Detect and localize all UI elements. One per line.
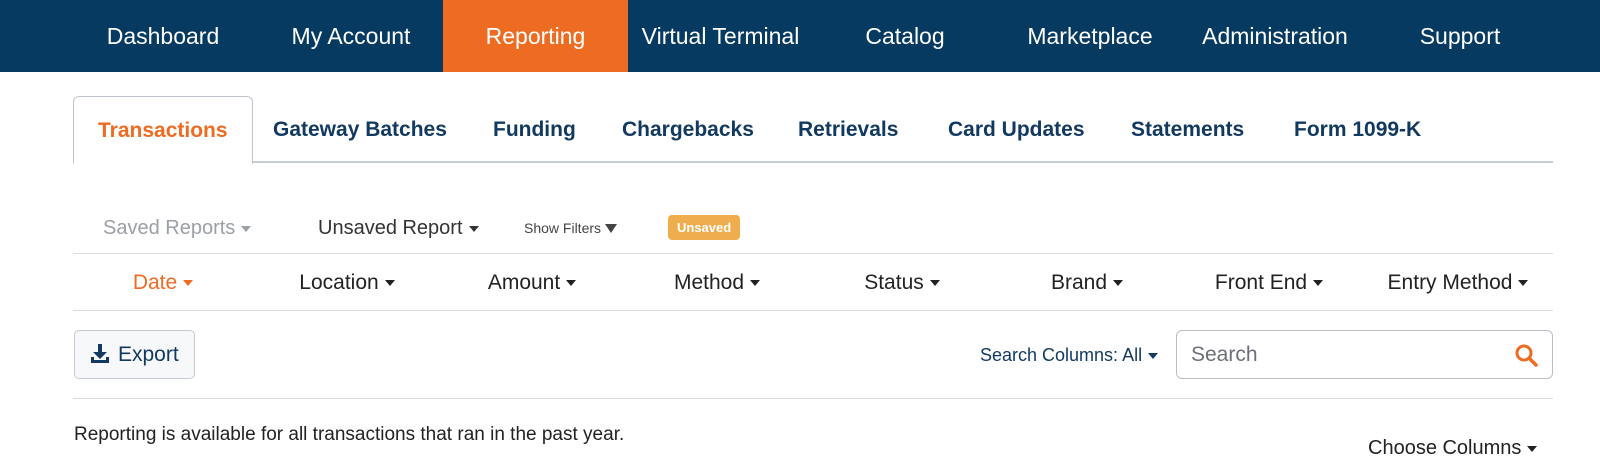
export-label: Export xyxy=(118,343,179,366)
filter-date[interactable]: Date xyxy=(73,255,253,311)
nav-item-reporting[interactable]: Reporting xyxy=(443,0,628,72)
filter-brand-label: Brand xyxy=(1050,271,1108,294)
search-columns-label: Search Columns: xyxy=(980,345,1119,365)
section-divider xyxy=(73,398,1553,399)
caret-down-icon xyxy=(750,280,761,287)
filter-status[interactable]: Status xyxy=(812,255,992,311)
tab-chargebacks[interactable]: Chargebacks xyxy=(622,96,754,163)
tab-funding[interactable]: Funding xyxy=(493,96,576,163)
unsaved-status-badge: Unsaved xyxy=(668,215,741,240)
filter-entry-method[interactable]: Entry Method xyxy=(1363,255,1553,311)
choose-columns-dropdown[interactable]: Choose Columns xyxy=(1368,437,1538,460)
saved-reports-dropdown[interactable]: Saved Reports xyxy=(103,210,252,246)
reporting-subtabs: Transactions Gateway Batches Funding Cha… xyxy=(73,96,1553,165)
filter-method-label: Method xyxy=(673,271,745,294)
filter-method[interactable]: Method xyxy=(627,255,807,311)
caret-down-icon xyxy=(1527,445,1538,452)
nav-item-dashboard[interactable]: Dashboard xyxy=(88,0,238,72)
download-icon xyxy=(91,344,109,363)
caret-down-icon xyxy=(566,280,577,287)
caret-down-icon xyxy=(183,280,194,287)
filter-front-end-label: Front End xyxy=(1214,271,1308,294)
tab-statements[interactable]: Statements xyxy=(1131,96,1244,163)
tab-gateway-batches[interactable]: Gateway Batches xyxy=(273,96,447,163)
funnel-icon xyxy=(605,223,618,233)
nav-item-virtual-terminal[interactable]: Virtual Terminal xyxy=(628,0,813,72)
filter-status-label: Status xyxy=(864,271,924,294)
filter-brand[interactable]: Brand xyxy=(997,255,1177,311)
caret-down-icon xyxy=(1148,353,1159,360)
search-box xyxy=(1176,330,1553,379)
tab-transactions[interactable]: Transactions xyxy=(73,96,253,165)
export-button[interactable]: Export xyxy=(74,330,195,379)
nav-item-administration[interactable]: Administration xyxy=(1185,0,1365,72)
reporting-availability-note: Reporting is available for all transacti… xyxy=(74,424,625,445)
caret-down-icon xyxy=(384,280,395,287)
caret-down-icon xyxy=(1313,280,1324,287)
filter-front-end[interactable]: Front End xyxy=(1179,255,1359,311)
nav-item-support[interactable]: Support xyxy=(1385,0,1535,72)
show-filters-button[interactable]: Show Filters xyxy=(524,210,618,246)
nav-item-my-account[interactable]: My Account xyxy=(266,0,436,72)
nav-item-catalog[interactable]: Catalog xyxy=(825,0,985,72)
unsaved-report-label: Unsaved Report xyxy=(318,217,463,239)
filter-entry-method-label: Entry Method xyxy=(1387,271,1513,294)
caret-down-icon xyxy=(929,280,940,287)
tab-retrievals[interactable]: Retrievals xyxy=(798,96,898,163)
filter-amount[interactable]: Amount xyxy=(442,255,622,311)
filter-location-label: Location xyxy=(299,271,379,294)
search-icon[interactable] xyxy=(1514,343,1538,367)
nav-item-marketplace[interactable]: Marketplace xyxy=(1010,0,1170,72)
caret-down-icon xyxy=(1518,280,1529,287)
choose-columns-label: Choose Columns xyxy=(1368,437,1522,459)
search-columns-dropdown[interactable]: All xyxy=(1122,345,1159,365)
search-input[interactable] xyxy=(1191,339,1501,371)
filter-amount-label: Amount xyxy=(487,271,561,294)
caret-down-icon xyxy=(468,225,479,232)
tab-form-1099k[interactable]: Form 1099-K xyxy=(1294,96,1421,163)
top-navigation-bar: Dashboard My Account Reporting Virtual T… xyxy=(0,0,1600,72)
caret-down-icon xyxy=(241,225,252,232)
show-filters-label: Show Filters xyxy=(524,220,602,236)
search-columns-selector: Search Columns: All xyxy=(980,335,1159,375)
filter-date-label: Date xyxy=(132,271,178,294)
filter-location[interactable]: Location xyxy=(257,255,437,311)
tab-card-updates[interactable]: Card Updates xyxy=(948,96,1085,163)
unsaved-report-dropdown[interactable]: Unsaved Report xyxy=(318,210,479,246)
column-filters: Date Location Amount Method Status Brand… xyxy=(73,255,1553,311)
caret-down-icon xyxy=(1113,280,1124,287)
report-controls: Saved Reports Unsaved Report Show Filter… xyxy=(73,210,1553,254)
saved-reports-label: Saved Reports xyxy=(103,217,236,239)
search-columns-value: All xyxy=(1122,345,1143,365)
